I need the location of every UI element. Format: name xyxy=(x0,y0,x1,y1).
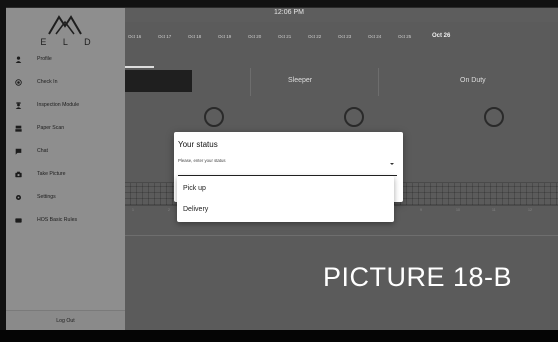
chat-icon xyxy=(15,148,22,155)
date-tab[interactable]: Oct 23 xyxy=(338,34,351,39)
date-tab[interactable]: Oct 24 xyxy=(368,34,381,39)
sidebar-item-profile[interactable]: Profile xyxy=(6,52,125,68)
sidebar-item-label: Paper Scan xyxy=(37,125,65,131)
sidebar-item-label: Chat xyxy=(37,148,48,154)
driving-status-block[interactable] xyxy=(124,70,192,92)
app-screen: 12:06 PM Oct 16 Oct 17 Oct 18 Oct 19 Oct… xyxy=(6,8,558,330)
status-option-delivery[interactable]: Delivery xyxy=(177,199,394,220)
sidebar-item-take-picture[interactable]: Take Picture xyxy=(6,167,125,183)
status-option-pick-up[interactable]: Pick up xyxy=(177,178,394,199)
sidebar-item-hos-basic-rules[interactable]: HOS Basic Rules xyxy=(6,213,125,229)
inspector-icon xyxy=(15,102,22,109)
sleeper-column-label[interactable]: Sleeper xyxy=(288,77,312,84)
date-tab[interactable]: Oct 20 xyxy=(248,34,261,39)
on-duty-column-label[interactable]: On Duty xyxy=(460,77,486,84)
date-tab[interactable]: Oct 25 xyxy=(398,34,411,39)
hour-label: 10 xyxy=(456,208,460,212)
status-select-label[interactable]: Please, enter your status xyxy=(178,158,226,163)
eld-logo: E L D xyxy=(6,10,125,50)
sidebar-item-settings[interactable]: Settings xyxy=(6,190,125,206)
hour-label: 9 xyxy=(420,208,422,212)
sidebar-item-inspection-module[interactable]: Inspection Module xyxy=(6,98,125,114)
date-tab[interactable]: Oct 22 xyxy=(308,34,321,39)
sidebar-item-chat[interactable]: Chat xyxy=(6,144,125,160)
sidebar-item-label: Profile xyxy=(37,56,52,62)
timer-ring xyxy=(484,107,504,127)
sidebar-item-label: HOS Basic Rules xyxy=(37,217,78,223)
sidebar-item-paper-scan[interactable]: Paper Scan xyxy=(6,121,125,137)
hour-label: 1 xyxy=(132,208,134,212)
timer-ring xyxy=(344,107,364,127)
date-tab-selected[interactable]: Oct 26 xyxy=(432,33,450,39)
sidebar-item-check-in[interactable]: Check In xyxy=(6,75,125,91)
dropdown-arrow-icon[interactable] xyxy=(390,163,394,165)
column-divider xyxy=(378,68,379,96)
sidebar-item-label: Take Picture xyxy=(37,171,66,177)
sidebar: E L D Profile Check In Inspection Module… xyxy=(6,8,125,330)
scanner-icon xyxy=(15,125,22,132)
tablet-device: 12:06 PM Oct 16 Oct 17 Oct 18 Oct 19 Oct… xyxy=(0,0,558,342)
status-option-label: Pick up xyxy=(183,185,206,192)
column-divider xyxy=(250,68,251,96)
date-tab[interactable]: Oct 18 xyxy=(188,34,201,39)
tab-indicator xyxy=(124,66,154,68)
hour-label: 2 xyxy=(168,208,170,212)
section-divider xyxy=(124,235,558,236)
logout-button[interactable]: Log Out xyxy=(6,310,125,330)
gear-icon xyxy=(15,194,22,201)
device-top-bezel xyxy=(0,0,558,8)
status-bar-time: 12:06 PM xyxy=(274,9,304,16)
date-tab[interactable]: Oct 16 xyxy=(128,34,141,39)
logo-text: E L D xyxy=(40,37,98,47)
dialog-title: Your status xyxy=(178,140,218,149)
date-tab[interactable]: Oct 19 xyxy=(218,34,231,39)
hour-label: 12 xyxy=(528,208,532,212)
date-tab[interactable]: Oct 21 xyxy=(278,34,291,39)
hour-label: 11 xyxy=(492,208,496,212)
status-option-label: Delivery xyxy=(183,206,209,213)
picture-caption: PICTURE 18-B xyxy=(323,262,513,292)
rules-icon xyxy=(15,218,22,223)
date-tab[interactable]: Oct 17 xyxy=(158,34,171,39)
timer-ring xyxy=(204,107,224,127)
camera-icon xyxy=(15,171,22,178)
status-dropdown-menu: Pick up Delivery xyxy=(177,176,394,222)
date-selector: Oct 16 Oct 17 Oct 18 Oct 19 Oct 20 Oct 2… xyxy=(124,30,558,46)
logo-mountain-icon xyxy=(48,15,82,35)
sidebar-item-label: Check In xyxy=(37,79,58,85)
sidebar-item-label: Settings xyxy=(37,194,56,200)
target-icon xyxy=(15,79,22,86)
person-icon xyxy=(15,56,22,63)
sidebar-item-label: Inspection Module xyxy=(37,102,80,108)
device-bottom-bezel xyxy=(0,330,558,342)
logout-label: Log Out xyxy=(56,318,75,324)
